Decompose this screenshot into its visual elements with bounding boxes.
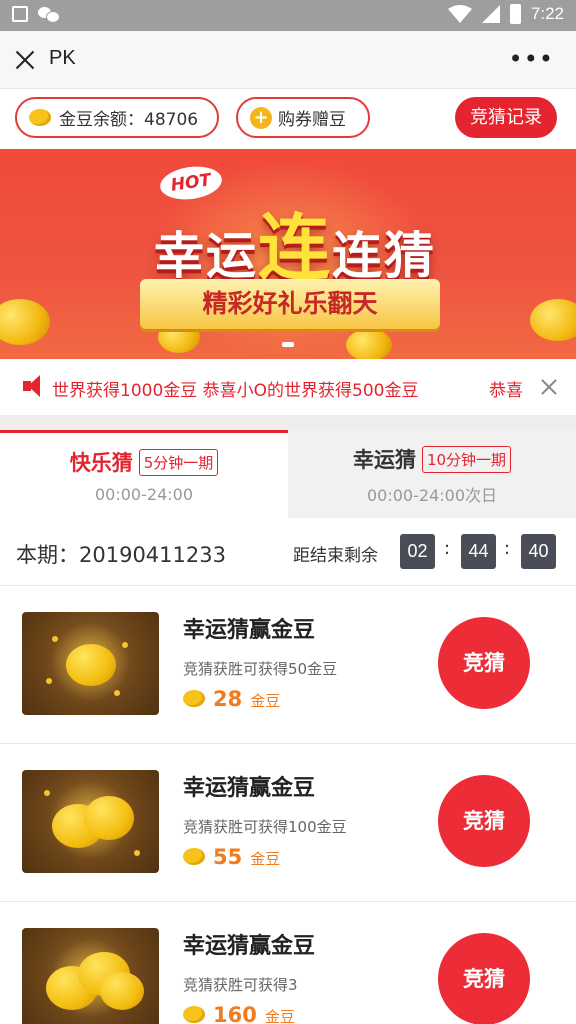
notice-text-tail: 恭喜 bbox=[489, 381, 523, 401]
wifi-icon bbox=[447, 5, 472, 23]
gold-bean-icon bbox=[183, 848, 205, 865]
promo-banner[interactable]: HOT 幸运连连猜 精彩好礼乐翻天 bbox=[0, 149, 576, 359]
item-title: 幸运猜赢金豆 bbox=[183, 776, 316, 801]
more-options-icon[interactable]: ••• bbox=[509, 47, 554, 71]
tab-period-badge: 5分钟一期 bbox=[138, 448, 219, 476]
countdown-seconds: 40 bbox=[521, 534, 556, 569]
notice-bar: 世界获得1000金豆 恭喜小O的世界获得500金豆 恭喜 bbox=[0, 359, 576, 415]
action-row: 金豆余额：48706 + 购券赠豆 竞猜记录 bbox=[0, 89, 576, 149]
wechat-notification-icon bbox=[38, 6, 60, 23]
item-price: 160 金豆 bbox=[183, 1002, 295, 1024]
close-icon[interactable] bbox=[12, 47, 38, 73]
countdown-separator: : bbox=[504, 538, 511, 559]
section-divider bbox=[0, 415, 576, 430]
gold-bean-icon bbox=[183, 690, 205, 707]
gold-bean-image bbox=[22, 770, 159, 873]
bean-balance-label: 金豆余额：48706 bbox=[59, 110, 199, 130]
battery-icon bbox=[509, 4, 521, 24]
tab-name: 快乐猜 bbox=[69, 451, 133, 475]
bean-decoration bbox=[530, 299, 576, 341]
gold-bean-image bbox=[22, 612, 159, 715]
price-value: 55 bbox=[213, 844, 243, 869]
tab-name: 幸运猜 bbox=[352, 448, 416, 472]
signal-icon bbox=[481, 5, 500, 23]
item-title: 幸运猜赢金豆 bbox=[183, 934, 316, 959]
list-item[interactable]: 幸运猜赢金豆 竞猜获胜可获得50金豆 28 金豆 竞猜 bbox=[0, 586, 576, 744]
countdown-minutes: 44 bbox=[461, 534, 496, 569]
plus-icon: + bbox=[250, 106, 272, 129]
speaker-icon bbox=[23, 375, 47, 397]
item-description: 竞猜获胜可获得3 bbox=[183, 976, 298, 994]
price-unit: 金豆 bbox=[250, 692, 281, 710]
item-description: 竞猜获胜可获得100金豆 bbox=[183, 818, 347, 836]
status-bar: 7:22 bbox=[0, 0, 576, 31]
countdown-separator: : bbox=[444, 538, 451, 559]
game-tabs: 快乐猜 5分钟一期 00:00-24:00 幸运猜 10分钟一期 00:00-2… bbox=[0, 430, 576, 518]
bean-balance-button[interactable]: 金豆余额：48706 bbox=[15, 97, 219, 138]
countdown-label: 距结束剩余 bbox=[293, 546, 378, 566]
gold-bean-icon bbox=[183, 1006, 205, 1023]
status-time: 7:22 bbox=[530, 4, 564, 23]
buy-coupon-label: 购券赠豆 bbox=[278, 110, 346, 130]
period-number: 本期：20190411233 bbox=[16, 543, 226, 567]
tab-time: 00:00-24:00次日 bbox=[367, 486, 497, 505]
bean-decoration bbox=[346, 329, 392, 359]
item-price: 28 金豆 bbox=[183, 686, 280, 711]
item-description: 竞猜获胜可获得50金豆 bbox=[183, 660, 338, 678]
gold-bean-image bbox=[22, 928, 159, 1024]
tab-period-badge: 10分钟一期 bbox=[421, 445, 512, 473]
page-title: PK bbox=[49, 47, 76, 69]
close-notice-icon[interactable] bbox=[540, 378, 558, 396]
price-unit: 金豆 bbox=[264, 1008, 295, 1024]
countdown-hours: 02 bbox=[400, 534, 435, 569]
item-title: 幸运猜赢金豆 bbox=[183, 618, 316, 643]
price-value: 28 bbox=[213, 686, 243, 711]
guess-button[interactable]: 竞猜 bbox=[438, 617, 530, 709]
banner-subtitle: 精彩好礼乐翻天 bbox=[140, 279, 440, 329]
period-row: 本期：20190411233 距结束剩余 02 : 44 : 40 bbox=[0, 518, 576, 586]
list-item[interactable]: 幸运猜赢金豆 竞猜获胜可获得3 160 金豆 竞猜 bbox=[0, 902, 576, 1024]
image-notification-icon bbox=[12, 6, 28, 22]
bean-decoration bbox=[0, 299, 50, 345]
tab-lucky-guess[interactable]: 幸运猜 10分钟一期 00:00-24:00次日 bbox=[288, 430, 576, 518]
list-item[interactable]: 幸运猜赢金豆 竞猜获胜可获得100金豆 55 金豆 竞猜 bbox=[0, 744, 576, 902]
notice-text: 世界获得1000金豆 恭喜小O的世界获得500金豆 bbox=[52, 381, 419, 401]
tab-happy-guess[interactable]: 快乐猜 5分钟一期 00:00-24:00 bbox=[0, 430, 288, 518]
guess-record-button[interactable]: 竞猜记录 bbox=[455, 97, 557, 138]
item-price: 55 金豆 bbox=[183, 844, 280, 869]
guess-button[interactable]: 竞猜 bbox=[438, 933, 530, 1024]
title-bar: PK ••• bbox=[0, 31, 576, 89]
buy-coupon-button[interactable]: + 购券赠豆 bbox=[236, 97, 370, 138]
tab-time: 00:00-24:00 bbox=[95, 485, 193, 504]
gold-bean-icon bbox=[29, 109, 51, 126]
price-unit: 金豆 bbox=[250, 850, 281, 868]
price-value: 160 bbox=[213, 1002, 257, 1024]
carousel-indicator bbox=[282, 342, 294, 347]
guess-button[interactable]: 竞猜 bbox=[438, 775, 530, 867]
